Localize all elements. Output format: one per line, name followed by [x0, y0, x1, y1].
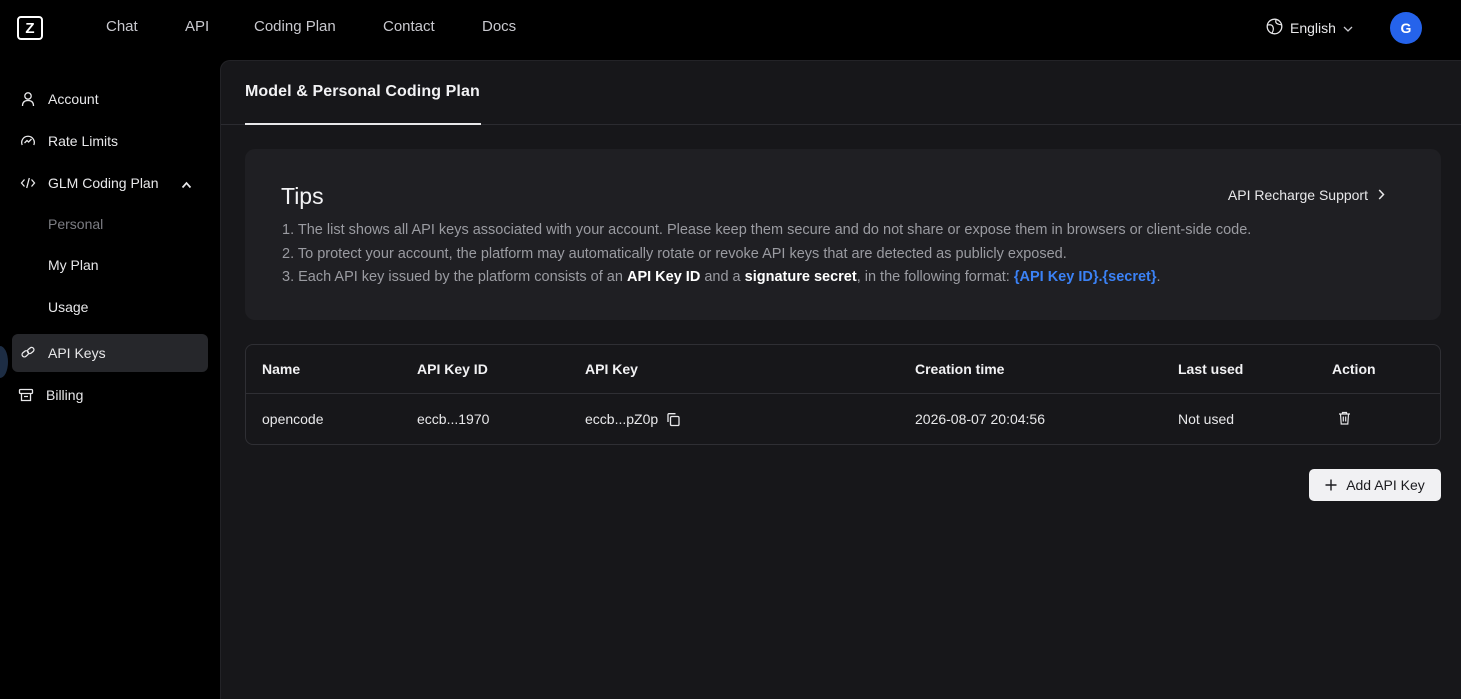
cell-api-key: eccb...pZ0p — [585, 411, 681, 427]
tips-line-3: 3. Each API key issued by the platform c… — [282, 269, 1161, 285]
column-header-creation-time: Creation time — [915, 361, 1005, 377]
column-header-api-key: API Key — [585, 361, 638, 377]
sidebar-item-label: Usage — [48, 299, 89, 315]
code-icon — [20, 175, 36, 191]
api-recharge-support-link[interactable]: API Recharge Support — [1228, 187, 1385, 203]
avatar[interactable]: G — [1390, 12, 1422, 44]
table-row: opencode eccb...1970 eccb...pZ0p 2026-08… — [246, 394, 1440, 444]
table-header: Name API Key ID API Key Creation time La… — [246, 345, 1440, 394]
top-nav: Z Chat API Coding Plan Contact Docs Engl… — [0, 0, 1461, 58]
copy-icon[interactable] — [666, 412, 681, 427]
sidebar-item-label: GLM Coding Plan — [48, 175, 159, 191]
logo-icon[interactable]: Z — [17, 16, 43, 40]
nav-contact[interactable]: Contact — [383, 18, 435, 35]
api-recharge-support-label: API Recharge Support — [1227, 187, 1368, 203]
sidebar-item-label: Personal — [48, 216, 104, 232]
sidebar-item-glm-coding-plan[interactable]: GLM Coding Plan — [12, 164, 208, 202]
nav-coding-plan[interactable]: Coding Plan — [254, 18, 336, 35]
sidebar-item-label: Rate Limits — [48, 133, 119, 149]
sidebar-item-usage[interactable]: Usage — [12, 288, 208, 326]
tips-line-1: 1. The list shows all API keys associate… — [282, 222, 1252, 238]
chevron-right-icon — [1378, 187, 1385, 203]
logo-letter: Z — [25, 19, 35, 37]
sidebar-item-account[interactable]: Account — [12, 80, 208, 118]
delete-button[interactable] — [1338, 411, 1351, 425]
tips-line-2: 2. To protect your account, the platform… — [282, 246, 1067, 262]
sidebar-item-label: API Keys — [48, 345, 106, 361]
tab-model-personal-coding-plan[interactable]: Model & Personal Coding Plan — [245, 61, 481, 125]
cell-api-key-id: eccb...1970 — [417, 411, 490, 427]
tips-api-key-id-emphasis: API Key ID — [626, 269, 701, 285]
tips-title: Tips — [281, 183, 324, 209]
trash-icon — [1338, 411, 1351, 425]
cell-last-used: Not used — [1178, 411, 1235, 427]
sidebar-item-label: Billing — [46, 387, 84, 403]
language-label: English — [1290, 20, 1336, 36]
nav-chat[interactable]: Chat — [106, 18, 138, 35]
tips-line-3-text: and a — [700, 269, 745, 285]
add-api-key-button[interactable]: Add API Key — [1309, 469, 1441, 501]
api-keys-table: Name API Key ID API Key Creation time La… — [245, 344, 1441, 445]
cell-creation-time: 2026-08-07 20:04:56 — [915, 411, 1045, 427]
column-header-action: Action — [1332, 361, 1376, 377]
billing-icon — [18, 387, 34, 403]
tips-card: Tips API Recharge Support 1. The list sh… — [245, 149, 1441, 320]
app-window: Z Chat API Coding Plan Contact Docs Engl… — [0, 0, 1461, 699]
sidebar-item-label: Account — [48, 91, 99, 107]
tab-bar: Model & Personal Coding Plan — [221, 61, 1461, 125]
key-icon — [20, 345, 36, 361]
sidebar-item-billing[interactable]: Billing — [10, 376, 206, 414]
gauge-icon — [20, 133, 36, 149]
tips-line-3-text: , in the following format: — [856, 269, 1014, 285]
tips-signature-secret-emphasis: signature secret — [744, 269, 857, 285]
column-header-last-used: Last used — [1178, 361, 1244, 377]
user-icon — [20, 91, 36, 107]
sidebar-item-rate-limits[interactable]: Rate Limits — [12, 122, 208, 160]
globe-icon — [1266, 18, 1283, 38]
tips-line-3-text: 3. Each API key issued by the platform c… — [282, 269, 627, 285]
sidebar: Account Rate Limits GLM Coding Plan Pers… — [0, 58, 220, 699]
chevron-up-icon — [181, 176, 192, 192]
nav-docs[interactable]: Docs — [482, 18, 516, 35]
scroll-indicator — [0, 346, 8, 378]
cell-name: opencode — [262, 411, 324, 427]
chevron-down-icon — [1343, 20, 1353, 36]
add-api-key-label: Add API Key — [1346, 477, 1425, 493]
sidebar-item-my-plan[interactable]: My Plan — [12, 246, 208, 284]
tips-format-example: {API Key ID}.{secret} — [1013, 269, 1157, 285]
column-header-name: Name — [262, 361, 301, 377]
column-header-api-key-id: API Key ID — [417, 361, 488, 377]
nav-api[interactable]: API — [185, 18, 209, 35]
tips-line-3-text: . — [1156, 269, 1161, 285]
sidebar-item-label: My Plan — [48, 257, 99, 273]
main-panel: Model & Personal Coding Plan Tips API Re… — [220, 60, 1461, 699]
api-key-value: eccb...pZ0p — [585, 411, 659, 427]
sidebar-item-personal[interactable]: Personal — [12, 205, 208, 243]
language-selector[interactable]: English — [1266, 18, 1353, 38]
plus-icon — [1325, 479, 1337, 491]
sidebar-item-api-keys[interactable]: API Keys — [12, 334, 208, 372]
